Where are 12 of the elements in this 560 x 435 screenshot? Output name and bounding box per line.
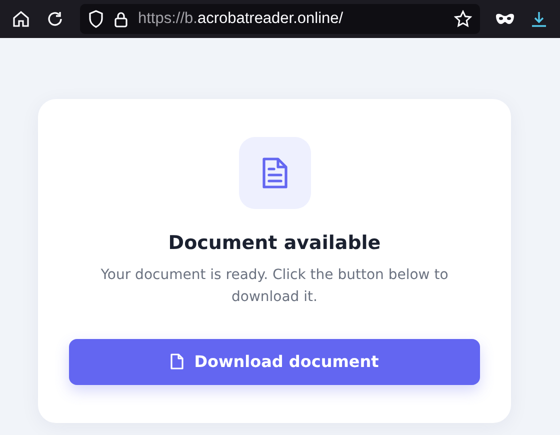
file-icon (170, 353, 184, 370)
shield-icon (88, 10, 104, 28)
lock-icon (114, 10, 128, 28)
card-title: Document available (167, 231, 382, 256)
url-text: https://b.acrobatreader.online/ (138, 9, 344, 30)
reload-icon[interactable] (46, 10, 64, 28)
download-button[interactable]: Download document (69, 338, 480, 384)
star-icon[interactable] (454, 10, 472, 28)
document-icon (238, 137, 310, 209)
address-bar[interactable]: https://b.acrobatreader.online/ (80, 4, 480, 34)
home-icon[interactable] (12, 10, 30, 28)
card-message: Your document is ready. Click the button below to download it. (100, 266, 450, 306)
